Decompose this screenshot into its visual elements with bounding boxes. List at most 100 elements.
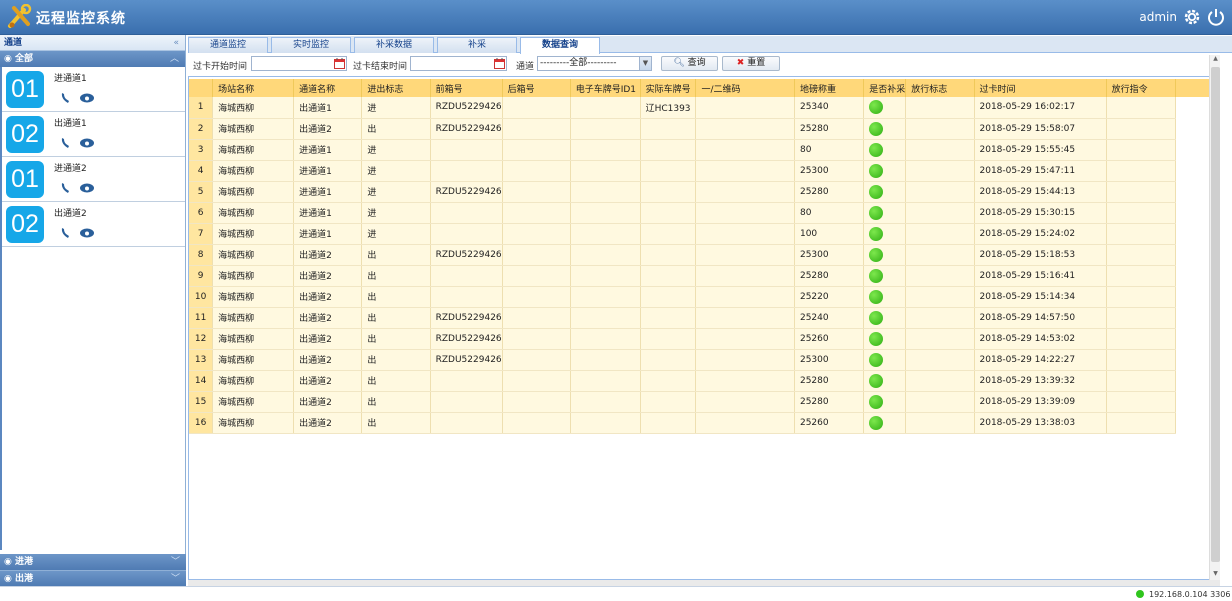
vertical-scrollbar[interactable]: ▲ ▼ <box>1209 55 1220 580</box>
cell-plate <box>640 349 697 371</box>
cell-front: RZDU5229426 <box>430 244 503 266</box>
supplement-status-cell <box>863 160 907 182</box>
status-dot-icon <box>869 352 884 367</box>
cell-code <box>695 307 795 329</box>
group-all[interactable]: ◉ 全部 ︿ <box>0 51 185 67</box>
username[interactable]: admin <box>1139 10 1177 24</box>
column-header[interactable]: 放行标志 <box>905 79 975 97</box>
table-row[interactable]: 13 海城西柳 出通道2 出 RZDU5229426 25300 2018-05-29 14… <box>189 349 1219 371</box>
table-row[interactable]: 6 海城西柳 进通道1 进 80 2018-05-29 15:30:15 <box>189 202 1219 224</box>
cell-dir: 进 <box>361 97 431 119</box>
column-header[interactable]: 前箱号 <box>430 79 503 97</box>
table-row[interactable]: 11 海城西柳 出通道2 出 RZDU5229426 25240 2018-05-29 14… <box>189 307 1219 329</box>
lane-item[interactable]: 01 进通道1 <box>2 67 185 112</box>
channel-select[interactable]: ---------全部--------- ▼ <box>537 56 652 71</box>
phone-icon[interactable] <box>61 93 69 103</box>
calendar-icon[interactable] <box>494 58 505 69</box>
cell-dir: 出 <box>361 370 431 392</box>
table-row[interactable]: 2 海城西柳 出通道2 出 RZDU5229426 25280 2018-05-29 15:… <box>189 118 1219 140</box>
column-header[interactable]: 放行指令 <box>1106 79 1176 97</box>
phone-icon[interactable] <box>61 228 69 238</box>
supplement-status-cell <box>863 349 907 371</box>
cell-plate <box>640 286 697 308</box>
cell-lane: 进通道1 <box>293 223 363 245</box>
lane-item[interactable]: 01 进通道2 <box>2 157 185 202</box>
column-header[interactable]: 后箱号 <box>502 79 571 97</box>
cell-dir: 出 <box>361 118 431 140</box>
table-row[interactable]: 1 海城西柳 出通道1 进 RZDU5229426 辽HC1393 25340 2018-05… <box>189 97 1219 119</box>
lane-item[interactable]: 02 出通道1 <box>2 112 185 157</box>
status-dot-icon <box>869 184 884 199</box>
chevron-down-icon[interactable]: ﹀ <box>171 571 180 587</box>
chevron-down-icon[interactable]: ▼ <box>639 57 651 70</box>
column-header[interactable]: 实际车牌号 <box>640 79 697 97</box>
table-row[interactable]: 12 海城西柳 出通道2 出 RZDU5229426 25260 2018-05-29 14… <box>189 328 1219 350</box>
phone-icon[interactable] <box>61 138 69 148</box>
tab-realtime-monitor[interactable]: 实时监控 <box>271 37 351 53</box>
cell-plate <box>640 223 697 245</box>
cell-code <box>695 160 795 182</box>
column-header[interactable]: 一/二维码 <box>695 79 795 97</box>
table-row[interactable]: 7 海城西柳 进通道1 进 100 2018-05-29 15:24:02 <box>189 223 1219 245</box>
table-row[interactable]: 16 海城西柳 出通道2 出 25260 2018-05-29 13:38:03 <box>189 412 1219 434</box>
end-time-label: 过卡结束时间 <box>353 62 408 72</box>
group-import[interactable]: ◉ 进港 ﹀ <box>0 554 186 570</box>
row-number-cell: 13 <box>189 349 214 371</box>
cell-dir: 出 <box>361 265 431 287</box>
column-header[interactable]: 进出标志 <box>361 79 431 97</box>
table-row[interactable]: 10 海城西柳 出通道2 出 25220 2018-05-29 15:14:34 <box>189 286 1219 308</box>
tab-supplement-data[interactable]: 补采数据 <box>354 37 434 53</box>
group-export[interactable]: ◉ 出港 ﹀ <box>0 570 186 586</box>
cell-cmd <box>1106 265 1176 287</box>
cell-code <box>695 118 795 140</box>
column-header[interactable]: 电子车牌号ID1 <box>570 79 641 97</box>
status-dot-icon <box>869 331 884 346</box>
phone-icon[interactable] <box>61 183 69 193</box>
lane-item[interactable]: 02 出通道2 <box>2 202 185 247</box>
cell-eplate <box>570 202 641 224</box>
cell-dir: 出 <box>361 349 431 371</box>
cell-lane: 出通道1 <box>293 97 363 119</box>
column-header[interactable]: 过卡时间 <box>974 79 1107 97</box>
table-row[interactable]: 14 海城西柳 出通道2 出 25280 2018-05-29 13:39:32 <box>189 370 1219 392</box>
end-time-input[interactable] <box>410 56 507 71</box>
column-header[interactable]: 地磅称重 <box>794 79 865 97</box>
lane-device-icons <box>61 138 94 148</box>
column-header[interactable]: 场站名称 <box>212 79 295 97</box>
table-row[interactable]: 8 海城西柳 出通道2 出 RZDU5229426 25300 2018-05-29 15:… <box>189 244 1219 266</box>
collapse-icon[interactable]: « <box>173 35 179 51</box>
table-row[interactable]: 4 海城西柳 进通道1 进 25300 2018-05-29 15:47:11 <box>189 160 1219 182</box>
chevron-down-icon[interactable]: ﹀ <box>171 554 180 570</box>
power-icon[interactable] <box>1206 7 1226 27</box>
scroll-thumb[interactable] <box>1211 67 1220 562</box>
start-time-input[interactable] <box>251 56 347 71</box>
scroll-up-icon[interactable]: ▲ <box>1210 55 1221 65</box>
chevron-up-icon[interactable]: ︿ <box>170 51 179 67</box>
row-number-cell: 16 <box>189 412 214 434</box>
table-row[interactable]: 15 海城西柳 出通道2 出 25280 2018-05-29 13:39:09 <box>189 391 1219 413</box>
cell-weight: 25300 <box>794 160 865 182</box>
column-header[interactable]: 通道名称 <box>293 79 363 97</box>
gear-icon[interactable] <box>1182 7 1202 27</box>
column-header[interactable]: 是否补采 <box>863 79 907 97</box>
camera-icon[interactable] <box>80 93 94 103</box>
reset-button[interactable]: ✖ 重置 <box>722 56 780 71</box>
sidebar-title: 通道 <box>4 38 23 48</box>
table-row[interactable]: 3 海城西柳 进通道1 进 80 2018-05-29 15:55:45 <box>189 139 1219 161</box>
query-button[interactable]: 🔍︎ 查询 <box>661 56 718 71</box>
x-icon: ✖ <box>736 58 745 68</box>
cell-station: 海城西柳 <box>212 328 295 350</box>
calendar-icon[interactable] <box>334 58 345 69</box>
table-row[interactable]: 5 海城西柳 进通道1 进 RZDU5229426 25280 2018-05-29 15:… <box>189 181 1219 203</box>
table-row[interactable]: 9 海城西柳 出通道2 出 25280 2018-05-29 15:16:41 <box>189 265 1219 287</box>
group-import-label: 进港 <box>15 557 34 567</box>
tab-supplement[interactable]: 补采 <box>437 37 517 53</box>
tab-data-query[interactable]: 数据查询 <box>520 37 600 54</box>
cell-dir: 出 <box>361 391 431 413</box>
camera-icon[interactable] <box>80 138 94 148</box>
camera-icon[interactable] <box>80 183 94 193</box>
cell-code <box>695 412 795 434</box>
tab-channel-monitor[interactable]: 通道监控 <box>188 37 268 53</box>
scroll-down-icon[interactable]: ▼ <box>1210 570 1221 580</box>
camera-icon[interactable] <box>80 228 94 238</box>
